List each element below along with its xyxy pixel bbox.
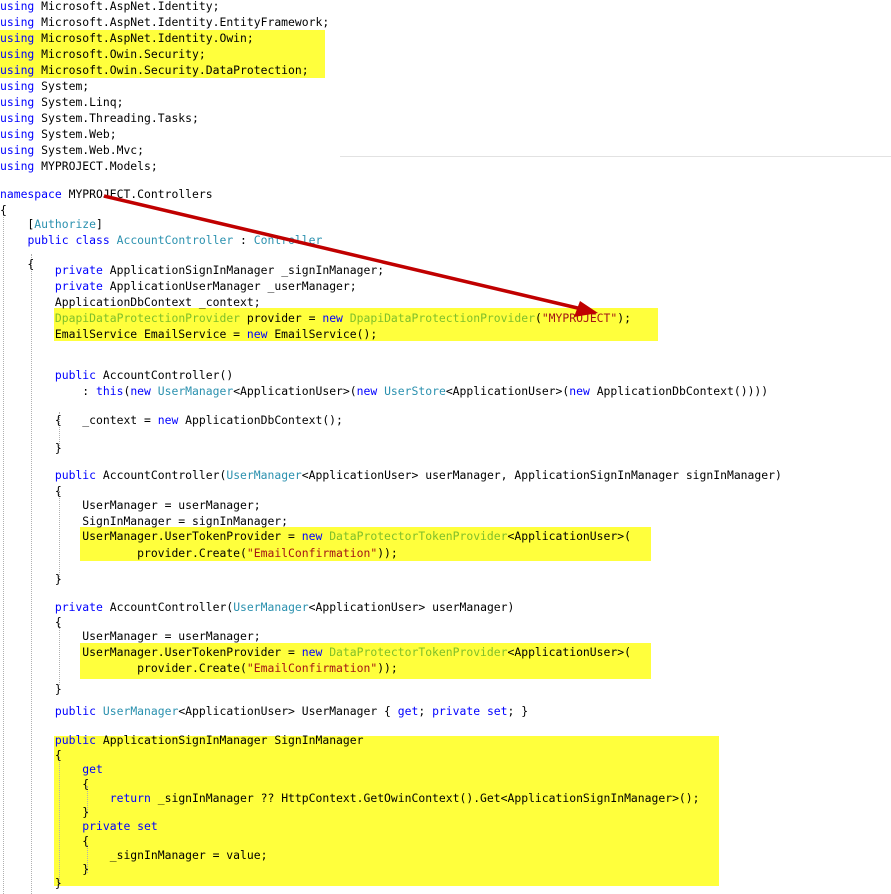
code-editor[interactable]: using Microsoft.AspNet.Identity; using Mi… bbox=[0, 0, 891, 894]
red-arrow-annotation bbox=[103, 194, 598, 317]
